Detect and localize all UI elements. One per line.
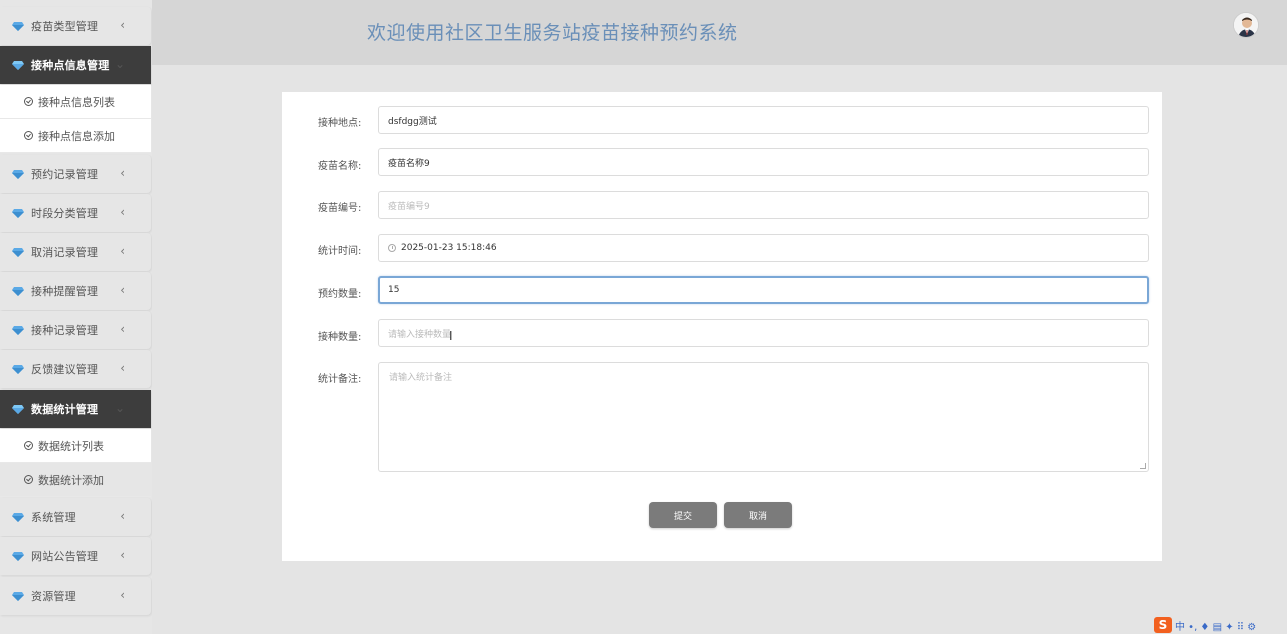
cancel-button[interactable]: 取消 xyxy=(724,502,792,528)
menu-label: 接种记录管理 xyxy=(31,324,99,337)
diamond-icon xyxy=(12,404,24,414)
diamond-icon xyxy=(12,208,24,218)
sogou-logo-icon: S xyxy=(1154,617,1172,633)
chevron-down-icon: ⌄ xyxy=(114,57,125,71)
submenu-label: 接种点信息添加 xyxy=(38,129,115,143)
submenu-label: 接种点信息列表 xyxy=(38,95,115,109)
menu-label: 网站公告管理 xyxy=(31,550,99,563)
menu-site-info[interactable]: 接种点信息管理 ⌄ xyxy=(0,46,151,84)
menu-label: 数据统计管理 xyxy=(31,403,99,416)
diamond-icon xyxy=(12,551,24,561)
remark-textarea[interactable]: 请输入统计备注 xyxy=(378,362,1149,472)
vaccine-code-label: 疫苗编号: xyxy=(318,203,362,214)
form-panel: 接种地点: dsfdgg测试 疫苗名称: 疫苗名称9 疫苗编号: 疫苗编号9 统… xyxy=(282,92,1162,561)
check-circle-icon xyxy=(24,97,33,106)
menu-time-slots[interactable]: 时段分类管理 ‹ xyxy=(0,194,151,232)
chevron-left-icon: ‹ xyxy=(120,205,125,219)
diamond-icon xyxy=(12,591,24,601)
location-field[interactable]: dsfdgg测试 xyxy=(378,106,1149,134)
page-title: 欢迎使用社区卫生服务站疫苗接种预约系统 xyxy=(367,22,738,44)
resize-handle-icon[interactable] xyxy=(1140,463,1146,469)
chevron-left-icon: ‹ xyxy=(120,548,125,562)
diamond-icon xyxy=(12,247,24,257)
menu-feedback[interactable]: 反馈建议管理 ‹ xyxy=(0,350,151,388)
diamond-icon xyxy=(12,325,24,335)
ime-toolbar[interactable]: S 中 •, ♦ ▤ ✦ ⠿ ⚙ xyxy=(1152,616,1287,634)
check-circle-icon xyxy=(24,131,33,140)
menu-label: 接种点信息管理 xyxy=(31,59,110,72)
vaccination-count-field[interactable]: 请输入接种数量 xyxy=(378,319,1149,347)
location-label: 接种地点: xyxy=(318,118,362,129)
menu-label: 资源管理 xyxy=(31,590,76,603)
submenu-statistics-add[interactable]: 数据统计添加 xyxy=(0,463,151,497)
submenu-label: 数据统计列表 xyxy=(38,439,104,453)
chevron-left-icon: ‹ xyxy=(120,166,125,180)
menu-label: 预约记录管理 xyxy=(31,168,99,181)
check-circle-icon xyxy=(24,441,33,450)
chevron-left-icon: ‹ xyxy=(120,509,125,523)
submenu-label: 数据统计添加 xyxy=(38,473,104,487)
menu-announcements[interactable]: 网站公告管理 ‹ xyxy=(0,537,151,575)
menu-label: 取消记录管理 xyxy=(31,246,99,259)
vaccination-count-label: 接种数量: xyxy=(318,332,362,343)
diamond-icon xyxy=(12,286,24,296)
chevron-left-icon: ‹ xyxy=(120,361,125,375)
top-header: 欢迎使用社区卫生服务站疫苗接种预约系统 xyxy=(152,0,1287,65)
stat-time-label: 统计时间: xyxy=(318,246,362,257)
menu-system[interactable]: 系统管理 ‹ xyxy=(0,498,151,536)
submit-button[interactable]: 提交 xyxy=(649,502,717,528)
chevron-down-icon: ⌄ xyxy=(114,401,125,415)
vaccine-code-field[interactable]: 疫苗编号9 xyxy=(378,191,1149,219)
check-circle-icon xyxy=(24,475,33,484)
diamond-icon xyxy=(12,169,24,179)
vaccine-name-label: 疫苗名称: xyxy=(318,161,362,172)
menu-label: 疫苗类型管理 xyxy=(31,20,99,33)
stat-time-value: 2025-01-23 15:18:46 xyxy=(401,243,497,253)
submenu-statistics-list[interactable]: 数据统计列表 xyxy=(0,429,151,463)
menu-reminders[interactable]: 接种提醒管理 ‹ xyxy=(0,272,151,310)
chevron-left-icon: ‹ xyxy=(120,18,125,32)
booking-count-field[interactable]: 15 xyxy=(378,276,1149,304)
submenu-site-info-list[interactable]: 接种点信息列表 xyxy=(0,85,151,119)
menu-label: 反馈建议管理 xyxy=(31,363,99,376)
text-cursor-icon: I xyxy=(449,329,453,343)
ime-status: 中 •, ♦ ▤ ✦ ⠿ ⚙ xyxy=(1175,621,1257,633)
diamond-icon xyxy=(12,364,24,374)
chevron-left-icon: ‹ xyxy=(120,244,125,258)
vaccine-name-field[interactable]: 疫苗名称9 xyxy=(378,148,1149,176)
chevron-left-icon: ‹ xyxy=(120,588,125,602)
diamond-icon xyxy=(12,512,24,522)
menu-label: 系统管理 xyxy=(31,511,76,524)
diamond-icon xyxy=(12,60,24,70)
menu-vaccine-type[interactable]: 疫苗类型管理 ‹ xyxy=(0,7,151,45)
menu-resources[interactable]: 资源管理 ‹ xyxy=(0,577,151,615)
sidebar: 疫苗类型管理 ‹ 接种点信息管理 ⌄ 接种点信息列表 接种点信息添加 预约记录管… xyxy=(0,0,152,634)
remark-label: 统计备注: xyxy=(318,374,362,385)
avatar[interactable] xyxy=(1233,12,1259,38)
remark-placeholder: 请输入统计备注 xyxy=(389,373,453,383)
menu-label: 接种提醒管理 xyxy=(31,285,99,298)
clock-icon xyxy=(388,244,396,252)
menu-statistics[interactable]: 数据统计管理 ⌄ xyxy=(0,390,151,428)
menu-booking-records[interactable]: 预约记录管理 ‹ xyxy=(0,155,151,193)
stat-time-field[interactable]: 2025-01-23 15:18:46 xyxy=(378,234,1149,262)
menu-cancel-records[interactable]: 取消记录管理 ‹ xyxy=(0,233,151,271)
chevron-left-icon: ‹ xyxy=(120,283,125,297)
diamond-icon xyxy=(12,21,24,31)
chevron-left-icon: ‹ xyxy=(120,322,125,336)
menu-label: 时段分类管理 xyxy=(31,207,99,220)
menu-vaccination-records[interactable]: 接种记录管理 ‹ xyxy=(0,311,151,349)
submenu-site-info-add[interactable]: 接种点信息添加 xyxy=(0,119,151,153)
booking-count-label: 预约数量: xyxy=(318,289,362,300)
